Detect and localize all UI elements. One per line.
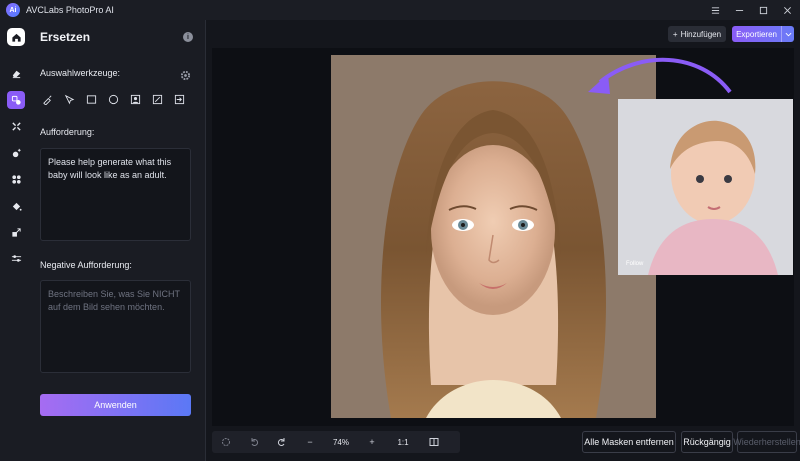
view-controls: − 74% + 1:1 [212, 431, 460, 453]
selection-tools [40, 92, 186, 106]
portrait-icon[interactable] [128, 92, 142, 106]
zoom-in-button[interactable]: + [358, 431, 386, 453]
add-button[interactable]: + Hinzufügen [667, 26, 727, 42]
replace-icon[interactable] [7, 91, 25, 109]
sparkle-icon[interactable] [7, 144, 25, 162]
fan-icon[interactable] [7, 170, 25, 188]
window-controls [708, 3, 794, 17]
home-icon[interactable] [7, 28, 25, 46]
app-title: AVCLabs PhotoPro AI [26, 5, 114, 15]
apply-button[interactable]: Anwenden [40, 394, 191, 416]
image-canvas[interactable]: Follow [212, 48, 794, 426]
reference-image: Follow [618, 99, 793, 275]
resize-icon[interactable] [7, 223, 25, 241]
compare-icon[interactable] [420, 431, 448, 453]
chevron-down-icon[interactable] [781, 26, 794, 42]
close-icon[interactable] [780, 3, 794, 17]
plus-icon: + [672, 29, 678, 39]
gear-icon[interactable] [180, 68, 191, 81]
fill-icon[interactable] [7, 197, 25, 215]
title-bar: Ai AVCLabs PhotoPro AI [0, 0, 800, 20]
zoom-out-button[interactable]: − [296, 431, 324, 453]
arrow-icon [588, 57, 732, 94]
inset-caption: Follow [626, 261, 644, 267]
tool-rail [0, 20, 30, 461]
rotate-icon[interactable] [212, 431, 240, 453]
prompt-label: Aufforderung: [40, 127, 95, 137]
brush-icon[interactable] [40, 92, 54, 106]
app-logo: Ai [6, 3, 20, 17]
prompt-input[interactable]: Please help generate what this baby will… [40, 148, 191, 241]
minimize-icon[interactable] [732, 3, 746, 17]
lasso-icon[interactable] [62, 92, 76, 106]
selection-tools-label: Auswahlwerkzeuge: [40, 68, 121, 78]
eraser-icon[interactable] [7, 64, 25, 82]
export-button[interactable]: Exportieren [732, 26, 794, 42]
menu-icon[interactable] [708, 3, 722, 17]
info-icon[interactable]: i [183, 32, 193, 42]
undo-button[interactable]: Rückgängig [681, 431, 733, 453]
negative-prompt-label: Negative Aufforderung: [40, 260, 132, 270]
add-button-label: Hinzufügen [680, 29, 722, 39]
undo-icon[interactable] [240, 431, 268, 453]
auto-select-icon[interactable] [150, 92, 164, 106]
redo-button[interactable]: Wiederherstellen [733, 431, 800, 453]
export-button-label: Exportieren [736, 29, 777, 39]
redo-icon[interactable] [268, 431, 296, 453]
remove-masks-button[interactable]: Alle Masken entfernen [582, 431, 676, 453]
settings-panel: Ersetzen i Auswahlwerkzeuge: Aufforderun… [30, 20, 206, 461]
top-toolbar: + Hinzufügen Exportieren [667, 26, 794, 42]
ellipse-icon[interactable] [106, 92, 120, 106]
zoom-level: 74% [332, 437, 349, 447]
panel-title: Ersetzen [40, 30, 91, 44]
actual-size-button[interactable]: 1:1 [386, 438, 420, 447]
enhance-icon[interactable] [7, 117, 25, 135]
negative-prompt-input[interactable]: Beschreiben Sie, was Sie NICHT auf dem B… [40, 280, 191, 373]
rectangle-icon[interactable] [84, 92, 98, 106]
adjust-icon[interactable] [7, 249, 25, 267]
main-area: + Hinzufügen Exportieren Follow − 74% + … [206, 20, 800, 461]
maximize-icon[interactable] [756, 3, 770, 17]
import-icon[interactable] [172, 92, 186, 106]
